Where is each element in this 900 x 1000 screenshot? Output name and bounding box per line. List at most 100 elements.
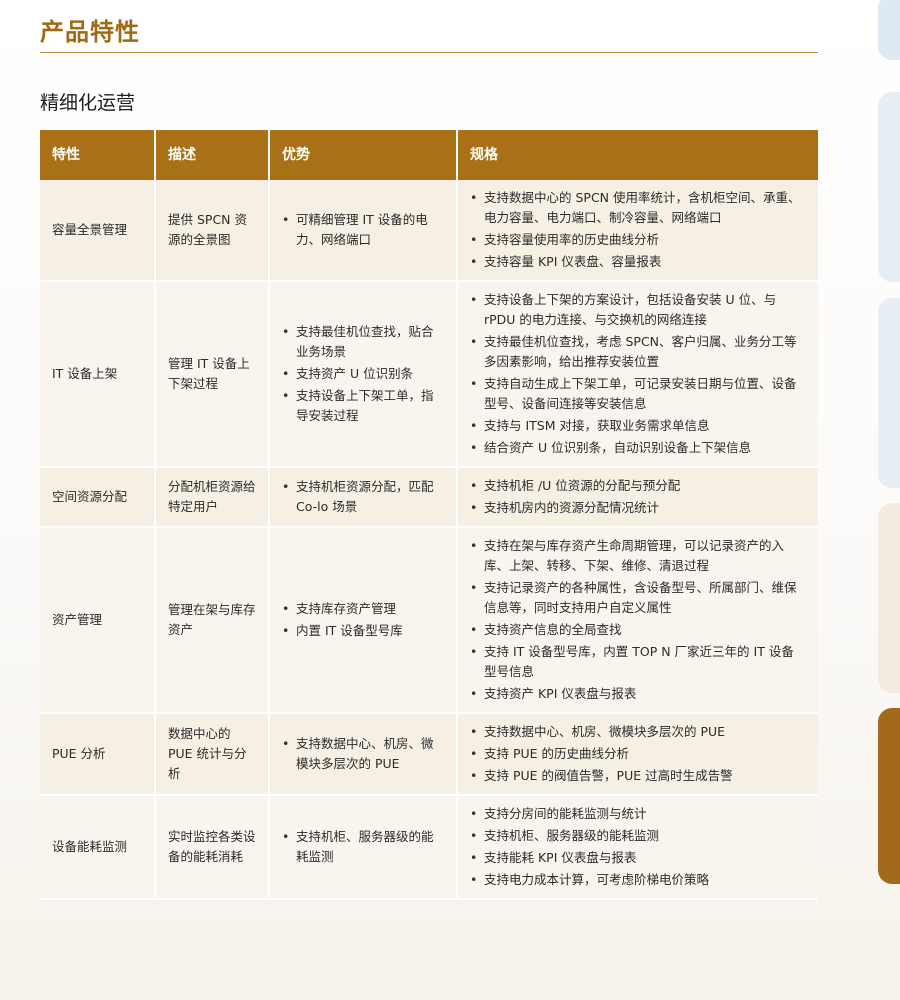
list-item: 支持在架与库存资产生命周期管理，可以记录资产的入库、上架、转移、下架、维修、清退… xyxy=(470,536,806,576)
header-feature: 特性 xyxy=(40,130,156,180)
specs-list: 支持设备上下架的方案设计，包括设备安装 U 位、与 rPDU 的电力连接、与交换… xyxy=(470,290,806,458)
table-row: 设备能耗监测实时监控各类设备的能耗消耗支持机柜、服务器级的能耗监测支持分房间的能… xyxy=(40,795,818,900)
list-item: 支持机柜资源分配，匹配 Co-lo 场景 xyxy=(282,477,444,517)
advantages-list: 支持数据中心、机房、微模块多层次的 PUE xyxy=(282,734,444,774)
feature-cell: 空间资源分配 xyxy=(40,467,156,528)
advantages-list: 支持最佳机位查找，贴合业务场景支持资产 U 位识别条支持设备上下架工单，指导安装… xyxy=(282,322,444,426)
advantages-list: 支持机柜资源分配，匹配 Co-lo 场景 xyxy=(282,477,444,517)
feature-description: 管理在架与库存资产 xyxy=(168,602,256,637)
advantages-list: 支持机柜、服务器级的能耗监测 xyxy=(282,827,444,867)
feature-cell: IT 设备上架 xyxy=(40,281,156,468)
specs-list: 支持数据中心、机房、微模块多层次的 PUE支持 PUE 的历史曲线分析支持 PU… xyxy=(470,722,806,786)
feature-name: PUE 分析 xyxy=(52,746,106,761)
description-cell: 管理在架与库存资产 xyxy=(155,527,270,714)
list-item: 支持 PUE 的历史曲线分析 xyxy=(470,744,806,764)
list-item: 支持记录资产的各种属性，含设备型号、所属部门、维保信息等，同时支持用户自定义属性 xyxy=(470,578,806,618)
table-row: PUE 分析数据中心的 PUE 统计与分析支持数据中心、机房、微模块多层次的 P… xyxy=(40,713,818,796)
feature-name: IT 设备上架 xyxy=(52,366,118,381)
advantages-cell: 支持最佳机位查找，贴合业务场景支持资产 U 位识别条支持设备上下架工单，指导安装… xyxy=(269,281,458,468)
list-item: 支持数据中心的 SPCN 使用率统计，含机柜空间、承重、电力容量、电力端口、制冷… xyxy=(470,188,806,228)
list-item: 可精细管理 IT 设备的电力、网络端口 xyxy=(282,210,444,250)
header-specs: 规格 xyxy=(457,130,818,180)
list-item: 支持与 ITSM 对接，获取业务需求单信息 xyxy=(470,416,806,436)
list-item: 支持数据中心、机房、微模块多层次的 PUE xyxy=(470,722,806,742)
feature-cell: PUE 分析 xyxy=(40,713,156,796)
feature-name: 空间资源分配 xyxy=(52,489,128,504)
specs-list: 支持分房间的能耗监测与统计支持机柜、服务器级的能耗监测支持能耗 KPI 仪表盘与… xyxy=(470,804,806,890)
edge-tab-decoration xyxy=(878,92,900,282)
list-item: 支持机房内的资源分配情况统计 xyxy=(470,498,806,518)
specs-cell: 支持分房间的能耗监测与统计支持机柜、服务器级的能耗监测支持能耗 KPI 仪表盘与… xyxy=(457,795,818,900)
list-item: 支持机柜、服务器级的能耗监测 xyxy=(470,826,806,846)
page-title: 产品特性 xyxy=(40,18,140,46)
advantages-cell: 支持库存资产管理内置 IT 设备型号库 xyxy=(269,527,458,714)
feature-cell: 设备能耗监测 xyxy=(40,795,156,900)
feature-cell: 资产管理 xyxy=(40,527,156,714)
edge-tab-decoration xyxy=(878,0,900,60)
list-item: 支持分房间的能耗监测与统计 xyxy=(470,804,806,824)
list-item: 支持机柜 /U 位资源的分配与预分配 xyxy=(470,476,806,496)
description-cell: 数据中心的 PUE 统计与分析 xyxy=(155,713,270,796)
feature-name: 容量全景管理 xyxy=(52,222,128,237)
specs-cell: 支持机柜 /U 位资源的分配与预分配支持机房内的资源分配情况统计 xyxy=(457,467,818,528)
list-item: 支持自动生成上下架工单，可记录安装日期与位置、设备型号、设备间连接等安装信息 xyxy=(470,374,806,414)
feature-name: 设备能耗监测 xyxy=(52,839,128,854)
specs-list: 支持数据中心的 SPCN 使用率统计，含机柜空间、承重、电力容量、电力端口、制冷… xyxy=(470,188,806,272)
feature-description: 实时监控各类设备的能耗消耗 xyxy=(168,829,256,864)
edge-tab-decoration xyxy=(878,708,900,884)
advantages-cell: 可精细管理 IT 设备的电力、网络端口 xyxy=(269,180,458,282)
table-header-row: 特性 描述 优势 规格 xyxy=(40,130,818,180)
description-cell: 实时监控各类设备的能耗消耗 xyxy=(155,795,270,900)
list-item: 支持能耗 KPI 仪表盘与报表 xyxy=(470,848,806,868)
list-item: 支持容量使用率的历史曲线分析 xyxy=(470,230,806,250)
list-item: 结合资产 U 位识别条，自动识别设备上下架信息 xyxy=(470,438,806,458)
specs-cell: 支持在架与库存资产生命周期管理，可以记录资产的入库、上架、转移、下架、维修、清退… xyxy=(457,527,818,714)
list-item: 支持 IT 设备型号库，内置 TOP N 厂家近三年的 IT 设备型号信息 xyxy=(470,642,806,682)
table-row: 资产管理管理在架与库存资产支持库存资产管理内置 IT 设备型号库支持在架与库存资… xyxy=(40,527,818,714)
list-item: 支持设备上下架的方案设计，包括设备安装 U 位、与 rPDU 的电力连接、与交换… xyxy=(470,290,806,330)
list-item: 支持最佳机位查找，贴合业务场景 xyxy=(282,322,444,362)
list-item: 支持库存资产管理 xyxy=(282,599,444,619)
feature-description: 分配机柜资源给特定用户 xyxy=(168,479,256,514)
table-row: IT 设备上架 管理 IT 设备上下架过程支持最佳机位查找，贴合业务场景支持资产 … xyxy=(40,281,818,468)
feature-table: 特性 描述 优势 规格 容量全景管理 提供 SPCN 资源的全景图可精细管理 IT… xyxy=(40,130,818,900)
header-description: 描述 xyxy=(155,130,270,180)
title-divider xyxy=(40,52,818,53)
list-item: 支持资产 KPI 仪表盘与报表 xyxy=(470,684,806,704)
list-item: 支持资产 U 位识别条 xyxy=(282,364,444,384)
description-cell: 分配机柜资源给特定用户 xyxy=(155,467,270,528)
list-item: 支持电力成本计算，可考虑阶梯电价策略 xyxy=(470,870,806,890)
list-item: 支持最佳机位查找，考虑 SPCN、客户归属、业务分工等多因素影响，给出推荐安装位… xyxy=(470,332,806,372)
advantages-list: 可精细管理 IT 设备的电力、网络端口 xyxy=(282,210,444,250)
advantages-list: 支持库存资产管理内置 IT 设备型号库 xyxy=(282,599,444,641)
section-subtitle: 精细化运营 xyxy=(40,92,136,114)
feature-description: 数据中心的 PUE 统计与分析 xyxy=(168,726,247,781)
specs-cell: 支持数据中心、机房、微模块多层次的 PUE支持 PUE 的历史曲线分析支持 PU… xyxy=(457,713,818,796)
edge-tab-decoration xyxy=(878,298,900,488)
advantages-cell: 支持数据中心、机房、微模块多层次的 PUE xyxy=(269,713,458,796)
advantages-cell: 支持机柜、服务器级的能耗监测 xyxy=(269,795,458,900)
list-item: 支持数据中心、机房、微模块多层次的 PUE xyxy=(282,734,444,774)
list-item: 支持 PUE 的阀值告警，PUE 过高时生成告警 xyxy=(470,766,806,786)
description-cell: 管理 IT 设备上下架过程 xyxy=(155,281,270,468)
table-row: 空间资源分配分配机柜资源给特定用户支持机柜资源分配，匹配 Co-lo 场景支持机… xyxy=(40,467,818,528)
table-row: 容量全景管理提供 SPCN 资源的全景图可精细管理 IT 设备的电力、网络端口支… xyxy=(40,180,818,282)
list-item: 支持设备上下架工单，指导安装过程 xyxy=(282,386,444,426)
feature-description: 提供 SPCN 资源的全景图 xyxy=(168,212,247,247)
feature-description: 管理 IT 设备上下架过程 xyxy=(168,356,250,391)
header-advantages: 优势 xyxy=(269,130,458,180)
specs-list: 支持在架与库存资产生命周期管理，可以记录资产的入库、上架、转移、下架、维修、清退… xyxy=(470,536,806,704)
advantages-cell: 支持机柜资源分配，匹配 Co-lo 场景 xyxy=(269,467,458,528)
edge-tab-decoration xyxy=(878,503,900,693)
list-item: 支持资产信息的全局查找 xyxy=(470,620,806,640)
specs-cell: 支持数据中心的 SPCN 使用率统计，含机柜空间、承重、电力容量、电力端口、制冷… xyxy=(457,180,818,282)
list-item: 支持机柜、服务器级的能耗监测 xyxy=(282,827,444,867)
specs-list: 支持机柜 /U 位资源的分配与预分配支持机房内的资源分配情况统计 xyxy=(470,476,806,518)
list-item: 支持容量 KPI 仪表盘、容量报表 xyxy=(470,252,806,272)
list-item: 内置 IT 设备型号库 xyxy=(282,621,444,641)
table-body: 容量全景管理提供 SPCN 资源的全景图可精细管理 IT 设备的电力、网络端口支… xyxy=(40,180,818,900)
feature-cell: 容量全景管理 xyxy=(40,180,156,282)
description-cell: 提供 SPCN 资源的全景图 xyxy=(155,180,270,282)
feature-name: 资产管理 xyxy=(52,612,103,627)
specs-cell: 支持设备上下架的方案设计，包括设备安装 U 位、与 rPDU 的电力连接、与交换… xyxy=(457,281,818,468)
